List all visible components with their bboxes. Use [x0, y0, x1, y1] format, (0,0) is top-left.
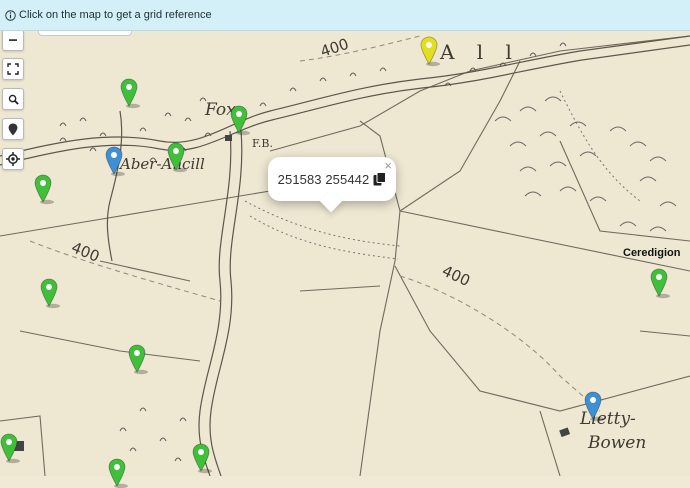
map-marker-green[interactable] [34, 174, 54, 205]
map-pin-icon [8, 123, 18, 135]
info-bar: Click on the map to get a grid reference [0, 0, 690, 31]
search-button[interactable] [2, 88, 24, 110]
map-marker-green[interactable] [108, 458, 128, 488]
map-marker-green[interactable] [230, 105, 250, 136]
fullscreen-icon [7, 63, 19, 75]
map-marker-blue[interactable] [105, 146, 125, 177]
map-marker-green[interactable] [128, 344, 148, 375]
map-marker-green[interactable] [167, 142, 187, 173]
minus-icon [9, 39, 17, 41]
label-fb: F.B. [252, 137, 273, 150]
info-circle-icon [5, 9, 16, 21]
zoom-out-button[interactable] [2, 29, 24, 51]
place-label-aber: Aber-Ancill [118, 155, 205, 173]
fullscreen-button[interactable] [2, 58, 24, 80]
map-marker-green[interactable] [120, 78, 140, 109]
copy-icon[interactable] [373, 172, 387, 186]
crosshair-icon [6, 152, 20, 166]
map-marker-green[interactable] [192, 443, 212, 474]
grid-reference-text: 251583 255442 [277, 171, 370, 187]
grid-reference-popup: × 251583 255442 [268, 157, 396, 213]
map-marker-green[interactable] [650, 268, 670, 299]
map-marker-green[interactable] [0, 433, 20, 464]
map-marker-green[interactable] [40, 278, 60, 309]
layer-control-edge[interactable] [38, 31, 132, 36]
locate-button[interactable] [2, 148, 24, 170]
place-label-bowen: Bowen [587, 433, 646, 453]
marker-button[interactable] [2, 118, 24, 140]
info-text: Click on the map to get a grid reference [19, 9, 212, 21]
search-icon [8, 94, 19, 105]
region-label: Ceredigion [623, 247, 681, 259]
place-label-all: A l l [439, 40, 520, 64]
map-marker-blue[interactable] [584, 391, 604, 422]
map-marker-yellow[interactable] [420, 36, 440, 67]
